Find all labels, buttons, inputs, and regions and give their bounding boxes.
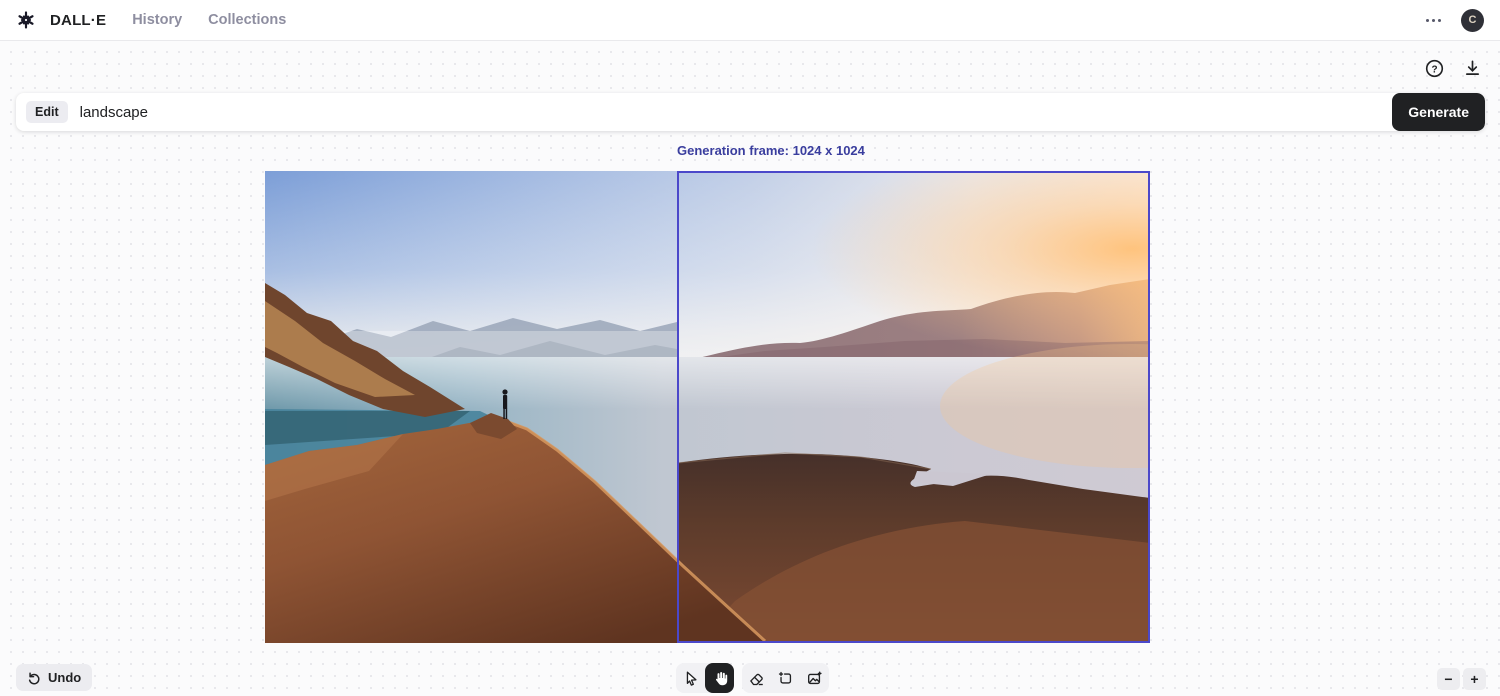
undo-label: Undo [48,670,81,685]
tool-select-button[interactable] [676,663,705,693]
brand-home-link[interactable]: DALL·E [16,10,106,30]
openai-logo-icon [16,10,36,30]
generation-frame[interactable] [677,171,1150,643]
zoom-controls: − + [1437,668,1486,690]
zoom-out-button[interactable]: − [1437,668,1460,690]
brand-title: DALL·E [50,12,106,29]
tool-eraser-button[interactable] [742,663,771,693]
generate-button[interactable]: Generate [1392,93,1485,131]
cursor-arrow-icon [683,670,699,686]
undo-icon [27,671,41,685]
generation-frame-label: Generation frame: 1024 x 1024 [677,143,865,158]
undo-button[interactable]: Undo [16,664,92,691]
nav-link-history[interactable]: History [132,12,182,28]
edit-mode-badge: Edit [26,101,68,123]
eraser-icon [748,670,765,687]
prompt-bar: Edit Generate [16,93,1485,131]
overflow-menu-icon[interactable] [1422,15,1445,26]
tool-generation-frame-button[interactable] [771,663,800,693]
editor-canvas[interactable]: ? Edit Generate Generation frame: 1024 x… [0,41,1500,696]
question-mark-circle-icon: ? [1425,59,1444,78]
svg-text:?: ? [1431,64,1437,75]
avatar[interactable]: C [1461,9,1484,32]
prompt-input[interactable] [80,104,1393,121]
frame-plus-icon [777,670,794,687]
zoom-in-button[interactable]: + [1463,668,1486,690]
download-icon [1464,59,1481,77]
tool-pan-button[interactable] [705,663,734,693]
help-button[interactable]: ? [1424,58,1444,78]
tool-add-image-button[interactable] [800,663,829,693]
nav-link-collections[interactable]: Collections [208,12,286,28]
image-plus-icon [806,670,823,687]
download-button[interactable] [1462,58,1482,78]
hand-icon [712,670,728,686]
tool-bar [676,663,829,693]
top-navbar: DALL·E History Collections C [0,0,1500,41]
